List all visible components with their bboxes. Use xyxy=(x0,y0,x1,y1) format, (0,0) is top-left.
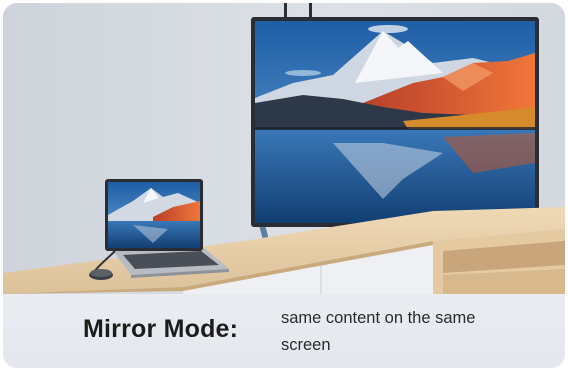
caption-bar: Mirror Mode: same content on the same sc… xyxy=(3,294,565,368)
product-card: Mirror Mode: same content on the same sc… xyxy=(3,3,565,368)
mode-title: Mirror Mode: xyxy=(83,315,239,343)
mode-description: same content on the same screen xyxy=(281,309,476,354)
scene-illustration xyxy=(3,3,565,294)
adapter-icon xyxy=(89,269,113,280)
